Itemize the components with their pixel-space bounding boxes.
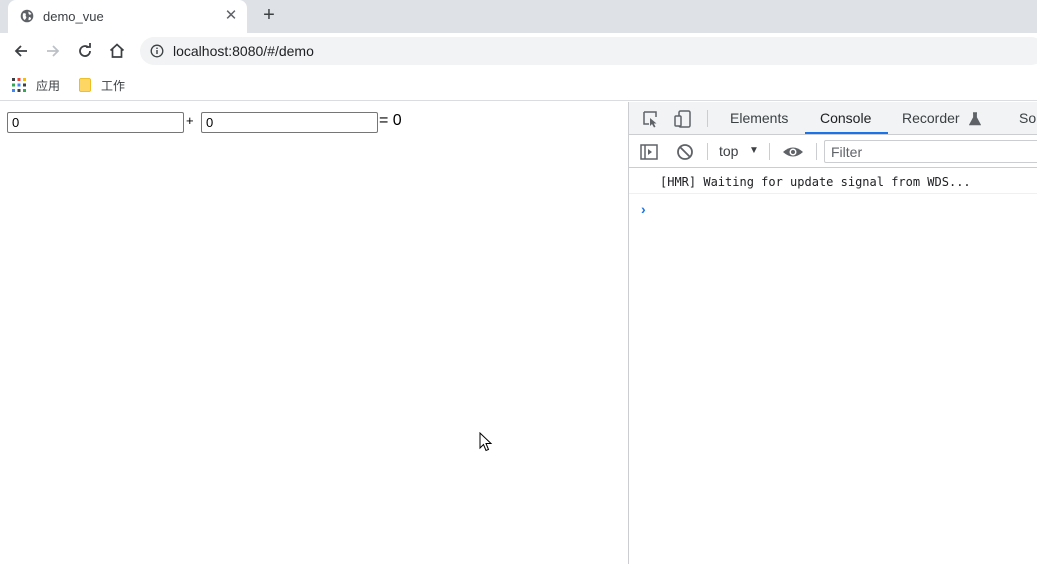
tab-recorder[interactable]: Recorder: [902, 110, 960, 126]
info-icon[interactable]: [150, 44, 164, 58]
flask-icon: [969, 112, 981, 126]
browser-tab[interactable]: demo_vue ✕: [8, 0, 247, 33]
number-input-a[interactable]: [7, 112, 184, 133]
toolbar-divider: [816, 143, 817, 160]
toolbar-divider: [707, 110, 708, 127]
globe-icon: [20, 9, 34, 23]
folder-icon: [79, 78, 91, 92]
new-tab-button[interactable]: +: [259, 5, 279, 25]
back-arrow-icon[interactable]: [11, 41, 31, 61]
tab-strip: demo_vue ✕ +: [0, 0, 1037, 33]
plus-sign: +: [186, 113, 194, 128]
tab-sources[interactable]: So: [1019, 110, 1036, 126]
console-prompt[interactable]: ›: [641, 201, 646, 217]
mouse-cursor-icon: [479, 432, 493, 452]
bookmarks-bar: 应用 工作: [0, 70, 1037, 101]
home-icon[interactable]: [107, 41, 127, 61]
tab-console[interactable]: Console: [820, 110, 871, 126]
chevron-down-icon: ▼: [749, 145, 759, 156]
context-selector[interactable]: top: [719, 143, 738, 159]
device-toolbar-icon[interactable]: [673, 109, 693, 129]
eye-icon[interactable]: [782, 142, 804, 162]
tab-elements[interactable]: Elements: [730, 110, 788, 126]
sum-result: = 0: [379, 112, 402, 129]
apps-grid-icon: [12, 78, 26, 92]
sidebar-toggle-icon[interactable]: [639, 142, 659, 162]
devtools-tab-bar: Elements Console Recorder So: [629, 102, 1037, 135]
bookmark-label: 应用: [36, 79, 61, 93]
devtools-panel: Elements Console Recorder So top ▼ Filte…: [628, 102, 1037, 564]
forward-arrow-icon[interactable]: [43, 41, 63, 61]
address-bar[interactable]: localhost:8080/#/demo: [140, 37, 1037, 65]
bookmark-apps[interactable]: 应用: [12, 76, 64, 94]
tab-title: demo_vue: [43, 9, 104, 24]
clear-console-icon[interactable]: [675, 142, 695, 162]
bookmark-label: 工作: [101, 79, 126, 93]
console-message-text: [HMR] Waiting for update signal from WDS…: [660, 175, 971, 189]
bookmark-folder-work[interactable]: 工作: [79, 76, 129, 94]
number-input-b[interactable]: [201, 112, 378, 133]
reload-icon[interactable]: [75, 41, 95, 61]
browser-toolbar: localhost:8080/#/demo: [0, 33, 1037, 70]
url-text[interactable]: localhost:8080/#/demo: [173, 43, 314, 59]
console-filter-input[interactable]: [824, 140, 1037, 163]
toolbar-divider: [707, 143, 708, 160]
inspect-element-icon[interactable]: [641, 109, 661, 129]
console-message: [HMR] Waiting for update signal from WDS…: [629, 168, 1037, 194]
toolbar-divider: [769, 143, 770, 160]
page-content: + = 0: [0, 102, 628, 564]
console-toolbar: top ▼: [629, 135, 1037, 168]
active-tab-indicator: [805, 132, 888, 134]
tab-close-icon[interactable]: ✕: [223, 8, 239, 24]
